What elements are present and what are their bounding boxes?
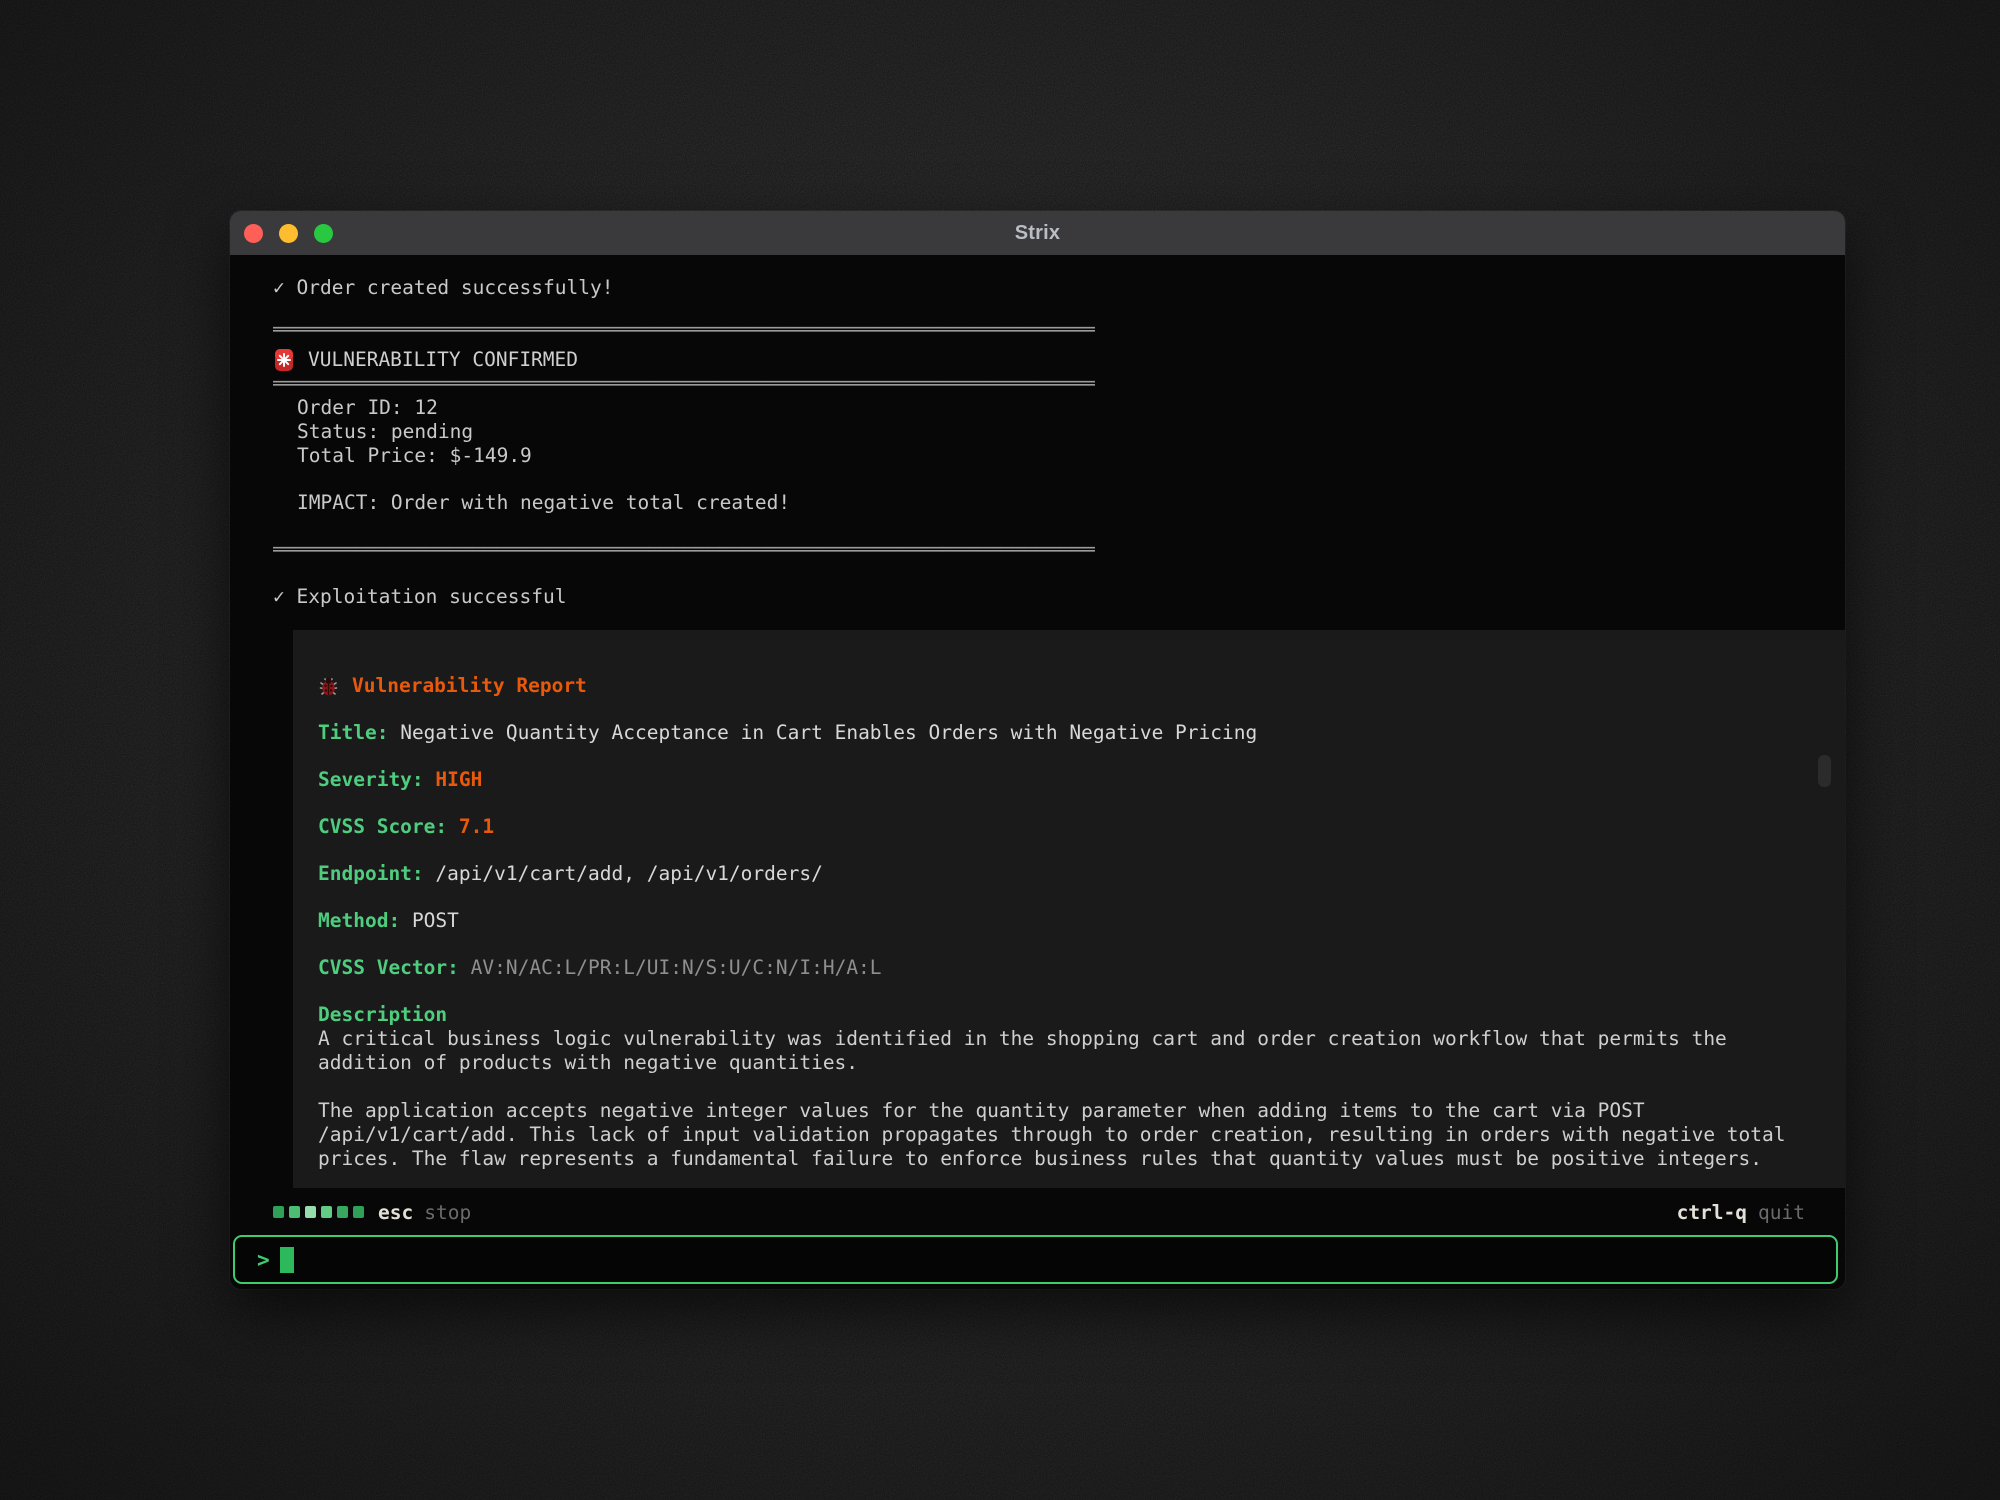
esc-action-label: stop	[424, 1201, 471, 1224]
activity-spinner	[273, 1206, 364, 1218]
order-details: Order ID: 12 Status: pending Total Price…	[273, 396, 1845, 468]
order-created-message: ✓ Order created successfully!	[273, 276, 1845, 300]
prompt-chevron: >	[257, 1248, 270, 1272]
window-title: Strix	[230, 222, 1845, 245]
status-right: ctrl-q quit	[1677, 1201, 1805, 1224]
severity-badge: HIGH	[435, 768, 482, 791]
order-id-line: Order ID: 12	[297, 396, 1845, 420]
quit-key-hint: ctrl-q	[1677, 1201, 1747, 1224]
text-cursor	[280, 1247, 294, 1273]
esc-key-hint: esc	[378, 1201, 413, 1224]
report-field-severity: Severity: HIGH	[318, 768, 1819, 792]
order-status-line: Status: pending	[297, 420, 1845, 444]
quit-action-label: quit	[1758, 1201, 1805, 1224]
separator-line: ════════════════════════════════════════…	[273, 372, 1845, 396]
status-left: esc stop	[273, 1201, 471, 1224]
report-field-cvss-vector: CVSS Vector: AV:N/AC:L/PR:L/UI:N/S:U/C:N…	[318, 956, 1819, 980]
status-bar: esc stop ctrl-q quit	[273, 1199, 1805, 1225]
report-heading-text: Vulnerability Report	[352, 674, 587, 698]
order-total-line: Total Price: $-149.9	[297, 444, 1845, 468]
exploitation-success-message: ✓ Exploitation successful	[273, 585, 1845, 609]
app-window: Strix ✓ Order created successfully! ════…	[230, 211, 1845, 1289]
report-field-cvss-score: CVSS Score: 7.1	[318, 815, 1819, 839]
vulnerability-report-panel: Vulnerability Report Title: Negative Qua…	[293, 630, 1845, 1188]
command-input[interactable]: >	[233, 1235, 1838, 1284]
terminal-output: ✓ Order created successfully! ══════════…	[230, 255, 1845, 1197]
separator-line: ════════════════════════════════════════…	[273, 538, 1845, 562]
scrollbar-thumb[interactable]	[1818, 755, 1831, 787]
description-heading: Description	[318, 1003, 1819, 1027]
report-field-title: Title: Negative Quantity Acceptance in C…	[318, 721, 1819, 745]
impact-line: IMPACT: Order with negative total create…	[273, 491, 1845, 515]
separator-line: ════════════════════════════════════════…	[273, 318, 1845, 342]
window-titlebar[interactable]: Strix	[230, 211, 1845, 255]
report-field-method: Method: POST	[318, 909, 1819, 933]
description-text: A critical business logic vulnerability …	[318, 1027, 1819, 1171]
siren-icon	[273, 348, 295, 372]
report-field-endpoint: Endpoint: /api/v1/cart/add, /api/v1/orde…	[318, 862, 1819, 886]
vulnerability-confirmed-banner: VULNERABILITY CONFIRMED	[273, 348, 1845, 372]
report-heading: Vulnerability Report	[318, 674, 1819, 698]
banner-text: VULNERABILITY CONFIRMED	[308, 348, 578, 372]
bug-icon	[318, 675, 339, 697]
